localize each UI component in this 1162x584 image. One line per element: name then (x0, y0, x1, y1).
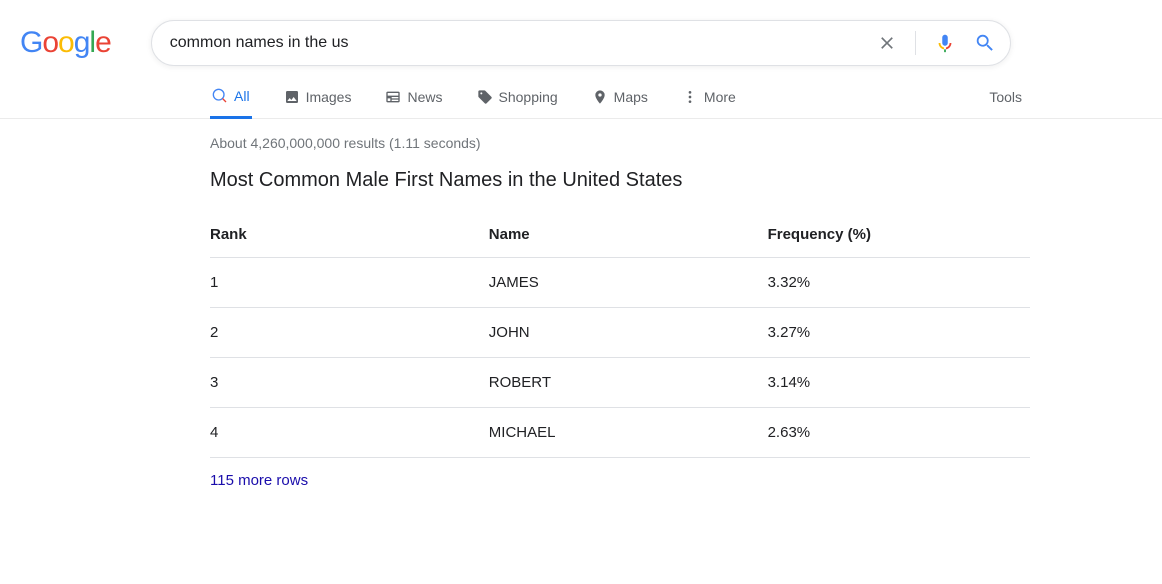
tab-label: More (704, 89, 736, 105)
search-tabs: All Images News Shopping Maps (210, 88, 1162, 118)
search-bar[interactable] (151, 20, 1011, 66)
table-row: 3 ROBERT 3.14% (210, 358, 1030, 408)
cell-freq: 3.14% (768, 358, 1030, 408)
maps-icon (592, 89, 608, 105)
cell-freq: 3.27% (768, 308, 1030, 358)
shopping-icon (477, 89, 493, 105)
tab-more[interactable]: More (680, 89, 738, 117)
more-rows-link[interactable]: 115 more rows (210, 458, 1030, 503)
col-rank: Rank (210, 212, 489, 258)
tab-label: Shopping (499, 89, 558, 105)
tab-maps[interactable]: Maps (590, 89, 650, 117)
cell-name: JOHN (489, 308, 768, 358)
result-stats: About 4,260,000,000 results (1.11 second… (210, 119, 1030, 169)
cell-rank: 3 (210, 358, 489, 408)
search-small-icon (212, 88, 228, 104)
more-icon (682, 89, 698, 105)
search-icon[interactable] (974, 32, 996, 54)
images-icon (284, 89, 300, 105)
tools-button[interactable]: Tools (989, 89, 1022, 117)
tab-news[interactable]: News (383, 89, 444, 117)
col-name: Name (489, 212, 768, 258)
cell-freq: 2.63% (768, 408, 1030, 458)
cell-name: ROBERT (489, 358, 768, 408)
cell-name: JAMES (489, 258, 768, 308)
col-freq: Frequency (%) (768, 212, 1030, 258)
cell-rank: 4 (210, 408, 489, 458)
table-row: 4 MICHAEL 2.63% (210, 408, 1030, 458)
results-table: Rank Name Frequency (%) 1 JAMES 3.32% 2 … (210, 212, 1030, 458)
search-input[interactable] (166, 34, 877, 52)
tab-label: Maps (614, 89, 648, 105)
cell-rank: 1 (210, 258, 489, 308)
cell-rank: 2 (210, 308, 489, 358)
tab-all[interactable]: All (210, 88, 252, 119)
table-row: 1 JAMES 3.32% (210, 258, 1030, 308)
news-icon (385, 89, 401, 105)
table-header-row: Rank Name Frequency (%) (210, 212, 1030, 258)
tab-shopping[interactable]: Shopping (475, 89, 560, 117)
cell-freq: 3.32% (768, 258, 1030, 308)
snippet-title: Most Common Male First Names in the Unit… (210, 169, 1030, 192)
tab-label: Images (306, 89, 352, 105)
voice-search-icon[interactable] (934, 32, 956, 54)
tab-label: All (234, 88, 250, 104)
divider (915, 31, 916, 55)
clear-icon[interactable] (877, 33, 897, 53)
cell-name: MICHAEL (489, 408, 768, 458)
tab-images[interactable]: Images (282, 89, 354, 117)
table-row: 2 JOHN 3.27% (210, 308, 1030, 358)
google-logo[interactable]: Google (20, 26, 111, 60)
tab-label: News (407, 89, 442, 105)
